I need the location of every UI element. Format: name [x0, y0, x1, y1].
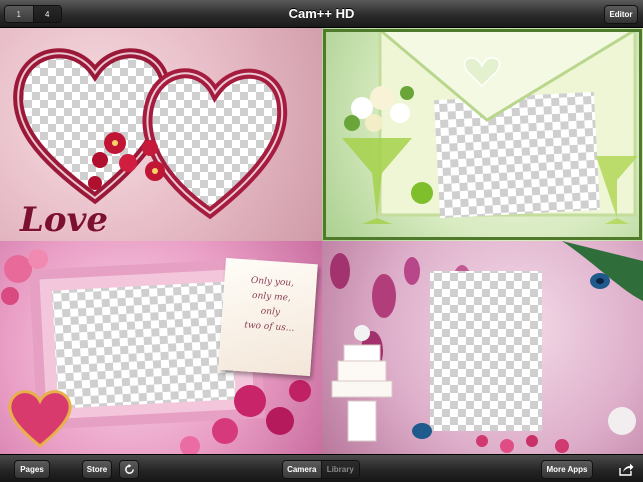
share-icon [619, 463, 634, 476]
frame-grid: Love Only you, only me, only two of us..… [0, 28, 643, 454]
top-toolbar: 1 4 Cam++ HD Editor [0, 0, 643, 28]
note-photo-window [52, 281, 236, 409]
wedding-photo-window [430, 271, 542, 431]
frame-tile-envelope[interactable] [322, 28, 643, 241]
love-note-card: Only you, only me, only two of us... [218, 257, 318, 377]
love-script-text: Love [20, 200, 108, 240]
share-button[interactable] [614, 460, 638, 479]
store-button[interactable]: Store [82, 460, 112, 479]
camera-tab[interactable]: Camera [283, 461, 322, 478]
frame-tile-hearts[interactable]: Love [0, 28, 322, 241]
refresh-button[interactable] [119, 460, 139, 479]
frame-tile-note[interactable]: Only you, only me, only two of us... [0, 241, 322, 454]
app-title: Cam++ HD [288, 6, 355, 21]
wedding-frame-art [330, 241, 643, 453]
more-apps-button[interactable]: More Apps [541, 460, 593, 479]
library-tab[interactable]: Library [321, 461, 359, 478]
envelope-frame-art [342, 28, 641, 224]
envelope-photo-window [434, 91, 600, 219]
pages-button[interactable]: Pages [14, 460, 50, 479]
refresh-icon [124, 464, 134, 474]
editor-button[interactable]: Editor [604, 5, 638, 24]
source-segment[interactable]: Camera Library [282, 460, 360, 479]
frame-tile-wedding[interactable] [322, 241, 643, 454]
bottom-toolbar: Pages Store Camera Library More Apps [0, 454, 643, 482]
